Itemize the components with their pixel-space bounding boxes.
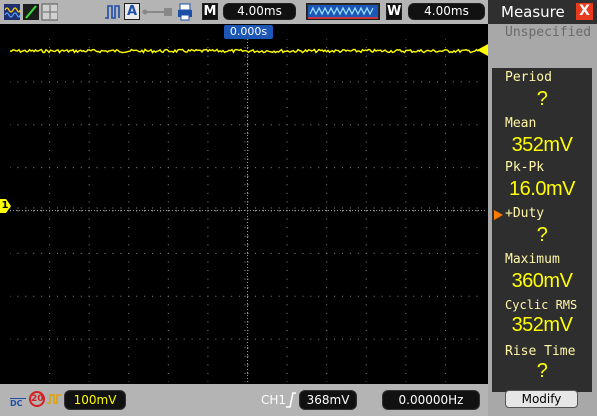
window-timebase-icon: W: [386, 3, 402, 20]
measure-label-2: Mean: [505, 116, 537, 131]
measure-label-7: Rise Time: [505, 344, 576, 359]
grid-icon: [41, 3, 58, 21]
measure-value-7: ?: [536, 360, 548, 382]
frequency-readout: 0.00000Hz: [382, 390, 480, 410]
measure-label-3: Pk-Pk: [505, 160, 545, 175]
waveform-display[interactable]: [10, 39, 485, 382]
bandwidth-limit-icon: 20: [29, 391, 45, 407]
bottom-status-bar: DC 20 100mV CH1 368mV 0.00000Hz: [0, 384, 488, 416]
measure-label-5: Maximum: [505, 252, 560, 267]
measure-panel-title: Measure: [501, 3, 565, 21]
measure-value-2: 352mV: [511, 134, 573, 156]
modify-button[interactable]: Modify: [505, 390, 578, 408]
memory-waveform-icon: [308, 5, 378, 19]
measure-value-6: 352mV: [511, 314, 573, 336]
rising-edge-icon: [286, 392, 296, 408]
pulse-icon: [105, 5, 120, 19]
trigger-position-label[interactable]: 0.000s: [224, 25, 273, 39]
trigger-source-label: CH1: [261, 393, 287, 407]
memory-position-bar[interactable]: [306, 3, 380, 20]
top-status-bar: A M 4.00ms W 4.00ms: [0, 0, 488, 24]
ch1-waveform-icon: [47, 394, 61, 404]
measure-value-1: ?: [536, 88, 548, 110]
window-time-readout[interactable]: 4.00ms: [408, 3, 485, 20]
toolbar-icons-left: [4, 3, 58, 21]
measure-source-label: Unspecified: [505, 25, 592, 40]
measure-label-1: Period: [505, 70, 552, 85]
measure-value-4: ?: [536, 224, 548, 246]
timebase-main-icon: M: [202, 3, 218, 20]
close-button[interactable]: X: [576, 3, 593, 20]
acquire-mode-icon: A: [124, 3, 140, 20]
measure-label-4: +Duty: [505, 206, 545, 221]
measure-panel-header: Measure X: [488, 0, 597, 24]
ch1-marker-label: 1: [1, 200, 9, 211]
waveform-icon: [4, 4, 21, 20]
trigger-level-marker-icon[interactable]: [477, 44, 488, 56]
printer-icon: [178, 3, 192, 21]
pen-icon: [23, 4, 39, 20]
measure-label-6: Cyclic RMS: [505, 298, 578, 312]
measure-value-3: 16.0mV: [509, 178, 575, 200]
time-div-readout[interactable]: 4.00ms: [223, 3, 296, 20]
measure-value-5: 360mV: [511, 270, 573, 292]
selected-arrow-icon: [494, 210, 503, 220]
ch1-volts-div-readout[interactable]: 100mV: [64, 390, 126, 410]
usb-icon: [142, 8, 172, 16]
trigger-level-readout[interactable]: 368mV: [299, 390, 357, 410]
ch1-coupling-label: DC: [10, 389, 26, 411]
